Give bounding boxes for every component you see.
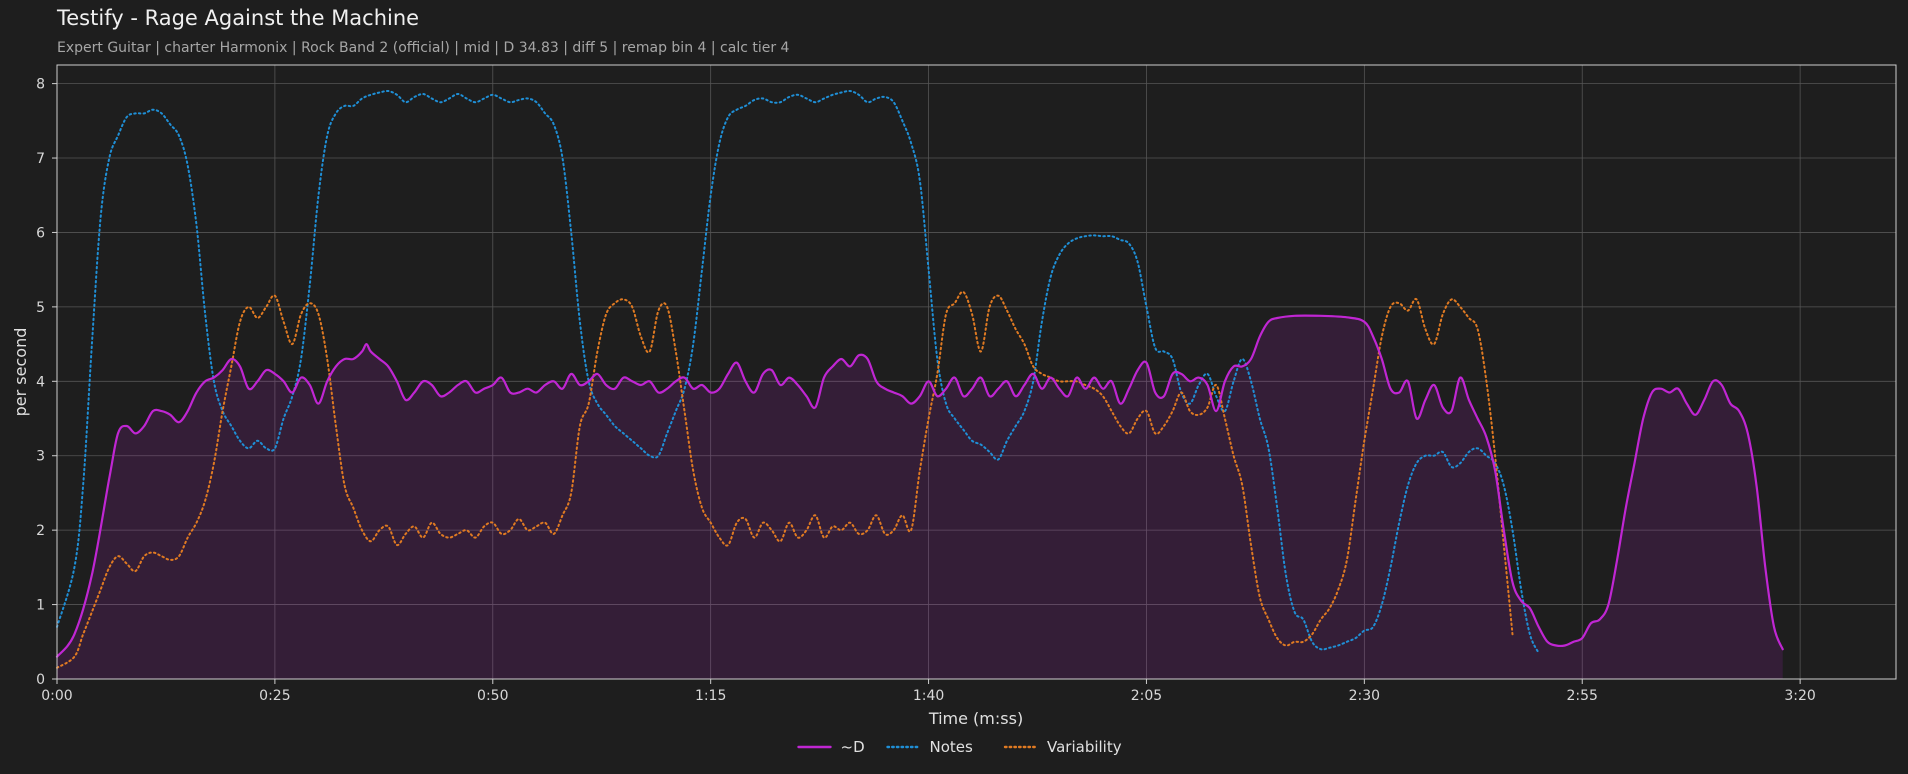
x-tick-label: 0:50 — [477, 688, 508, 704]
y-tick-label: 0 — [36, 672, 45, 688]
y-axis-label: per second — [11, 328, 30, 417]
x-tick-label: 3:20 — [1784, 688, 1815, 704]
y-tick-label: 3 — [36, 449, 45, 465]
legend-label: ~D — [841, 738, 865, 756]
legend-label: Variability — [1047, 738, 1122, 756]
line-chart: 0:00 0:25 0:50 1:15 1:40 2:05 2:30 2:55 3:20 0 1 2… — [11, 64, 1897, 756]
y-axis-ticks: 0 1 2 3 4 5 6 7 8 — [36, 77, 57, 688]
x-axis-label: Time (m:ss) — [928, 709, 1023, 728]
x-tick-label: 2:55 — [1567, 688, 1598, 704]
x-tick-label: 1:40 — [913, 688, 944, 704]
y-tick-label: 7 — [36, 151, 45, 167]
y-tick-label: 4 — [36, 374, 45, 390]
x-tick-label: 1:15 — [695, 688, 726, 704]
y-tick-label: 2 — [36, 523, 45, 539]
legend-label: Notes — [930, 738, 974, 756]
x-axis-ticks: 0:00 0:25 0:50 1:15 1:40 2:05 2:30 2:55 3:20 — [41, 679, 1816, 704]
y-tick-label: 6 — [36, 225, 45, 241]
legend: ~D Notes Variability — [797, 738, 1122, 756]
x-tick-label: 2:30 — [1349, 688, 1380, 704]
y-tick-label: 5 — [36, 300, 45, 316]
y-tick-label: 8 — [36, 77, 45, 93]
x-tick-label: 2:05 — [1131, 688, 1162, 704]
x-tick-label: 0:25 — [259, 688, 290, 704]
x-tick-label: 0:00 — [41, 688, 72, 704]
y-tick-label: 1 — [36, 598, 45, 614]
